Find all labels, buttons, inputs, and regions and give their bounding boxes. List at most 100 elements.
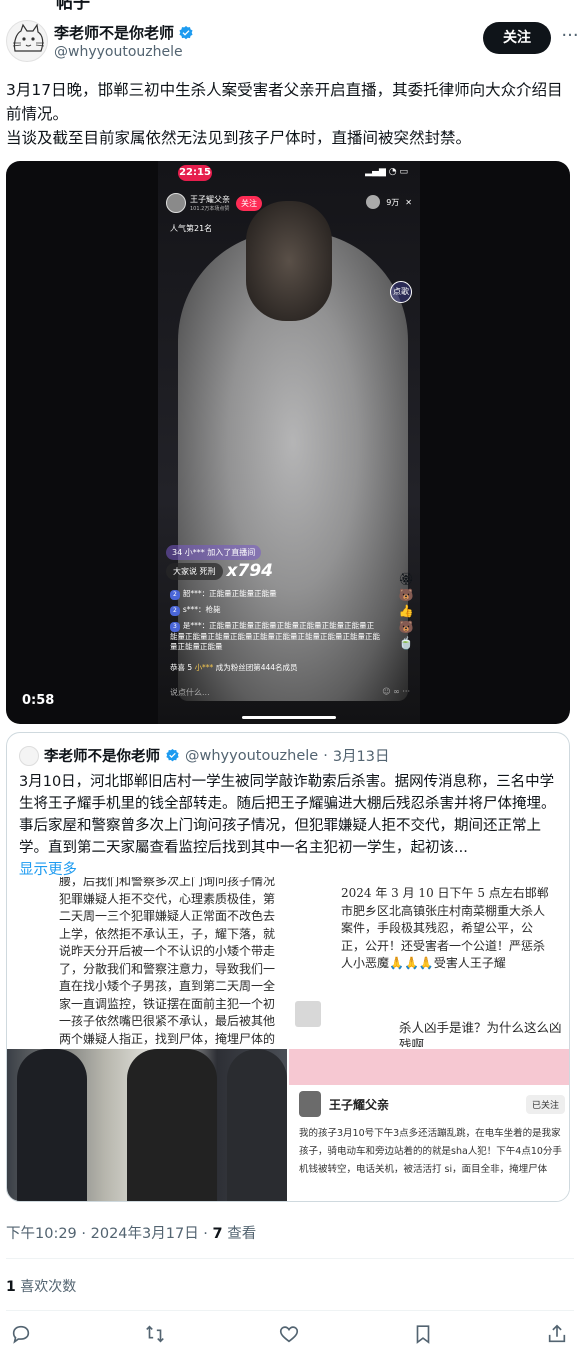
popularity-rank: 人气第21名	[170, 224, 213, 233]
host-name: 王子耀父亲	[190, 194, 230, 204]
quoted-image-4[interactable]: 王子耀父亲 已关注 我的孩子3月10号下午3点多还活蹦乱跳，在电车坐着的是我家孩…	[289, 1049, 569, 1201]
author-row: 李老师不是你老师 @whyyoutouzhele 关注 ···	[6, 18, 580, 66]
chat-text: 正能量正能量正能量正能量正能量正能量正能量正能量正能量正能量正能量正能量正能量正…	[170, 621, 380, 651]
gift-row: 大家说 死刑 x794	[166, 561, 273, 581]
verified-badge-icon	[179, 25, 193, 39]
image-2-question: 杀人凶手是谁？为什么这么凶残啊	[399, 1020, 562, 1047]
image-4-head: 王子耀父亲 已关注	[299, 1091, 565, 1117]
chat-user: 韶***	[182, 589, 202, 598]
image-4-text: 我的孩子3月10号下午3点多还活蹦乱跳，在电车坐着的是我家孩子，骑电动车和旁边站…	[299, 1128, 562, 1175]
gift-from: 大家说	[173, 566, 197, 576]
phone-time: 22:15	[178, 165, 212, 181]
share-icon[interactable]	[546, 1323, 568, 1345]
quoted-image-3[interactable]	[7, 1049, 287, 1201]
bookmark-icon[interactable]	[412, 1323, 434, 1345]
chat-list: 2 韶***：正能量正能量正能量 2 s***：枪毙 3 是***：正能量正能量正能量…	[170, 589, 380, 657]
show-more-link[interactable]: 显示更多	[19, 862, 77, 878]
live-action-icons: ☺ ∞ ···	[382, 687, 410, 696]
figure-silhouette	[227, 1049, 287, 1201]
chat-level: 2	[170, 606, 180, 616]
host-avatar	[166, 193, 186, 213]
quoted-avatar	[19, 745, 39, 766]
fan-club-message: 恭喜 5 小*** 成为粉丝团第444名成员	[170, 662, 298, 673]
video-player[interactable]: 22:15 ▂▄▆ ◔ ▭ 王子耀父亲 101.2万本场点赞 关注 9万 ✕ 人…	[6, 161, 570, 724]
divider	[6, 1258, 574, 1259]
retweet-icon[interactable]	[144, 1323, 166, 1345]
more-options-icon[interactable]: ···	[560, 26, 580, 50]
chat-line: 2 韶***：正能量正能量正能量	[170, 589, 380, 600]
image-1-text: 腰，后我们和警察多次上门询问孩子情况犯罪嫌疑人拒不交代，心理素质极佳，第二天周一…	[59, 877, 276, 1046]
quoted-author-name: 李老师不是你老师	[44, 749, 160, 765]
image-2-avatar	[295, 1001, 321, 1027]
image-4-avatar	[299, 1091, 321, 1117]
quoted-image-2[interactable]: 2024 年 3 月 10 日下午 5 点左右邯郸市肥乡区北高镇张庄村南菜棚重大…	[289, 877, 569, 1047]
quoted-text: 3月10日，河北邯郸旧店村一学生被同学敲诈勒索后杀害。据网传消息称，三名中学生将…	[19, 771, 559, 881]
author-avatar[interactable]	[6, 20, 48, 62]
views-count: 7	[212, 1226, 223, 1242]
quoted-text-body: 3月10日，河北邯郸旧店村一学生被同学敲诈勒索后杀害。据网传消息称，三名中学生将…	[19, 774, 556, 856]
join-message: 34 小*** 加入了直播间	[166, 545, 262, 560]
viewer-row: 9万 ✕	[366, 195, 412, 209]
fan-text: 成为粉丝团第444名成员	[215, 663, 298, 672]
person-head	[246, 201, 332, 321]
verified-badge-icon	[166, 748, 179, 762]
page-header-cut: 帖子	[0, 0, 586, 12]
image-4-card: 王子耀父亲 已关注 我的孩子3月10号下午3点多还活蹦乱跳，在电车坐着的是我家孩…	[299, 1091, 565, 1179]
image-4-name: 王子耀父亲	[329, 1097, 390, 1112]
chat-line: 2 s***：枪毙	[170, 605, 380, 616]
phone-status-icons: ▂▄▆ ◔ ▭	[365, 167, 408, 177]
close-icon: ✕	[405, 197, 412, 207]
chat-text: 枪毙	[205, 605, 221, 614]
livestream-frame: 22:15 ▂▄▆ ◔ ▭ 王子耀父亲 101.2万本场点赞 关注 9万 ✕ 人…	[158, 161, 420, 724]
action-bar	[10, 1323, 574, 1347]
chat-user: 是***	[182, 621, 202, 630]
quoted-dot: ·	[323, 747, 328, 764]
gift-name: 死刑	[199, 566, 216, 576]
divider	[6, 1310, 574, 1311]
gift-pill: 大家说 死刑	[166, 562, 223, 580]
likes-label: 喜欢次数	[20, 1279, 77, 1295]
figure-silhouette	[17, 1049, 87, 1201]
cat-sketch-icon	[12, 23, 45, 52]
host-follow-button: 关注	[236, 195, 262, 211]
host-likes: 101.2万本场点赞	[190, 205, 230, 212]
tweet-text: 3月17日晚，邯郸三初中生杀人案受害者父亲开启直播，其委托律师向大众介绍目前情况…	[6, 78, 576, 150]
song-request-button: 点歌	[390, 281, 412, 303]
views-label: 查看	[227, 1226, 257, 1242]
likes-count: 1	[6, 1279, 16, 1295]
reaction-icons: 🏵 🐻 👍 🐻 🍵	[398, 572, 414, 650]
say-row: 说点什么... ☺ ∞ ···	[170, 687, 410, 698]
like-icon[interactable]	[278, 1323, 300, 1345]
tweet-text-line: 当谈及截至目前家属依然无法见到孩子尸体时，直播间被突然封禁。	[6, 129, 472, 147]
host-row: 王子耀父亲 101.2万本场点赞 关注	[166, 193, 262, 213]
chat-user: s***	[182, 605, 198, 614]
quoted-tweet[interactable]: 李老师不是你老师 @whyyoutouzhele · 3月13日 3月10日，河…	[6, 732, 570, 1202]
say-placeholder: 说点什么...	[170, 688, 210, 697]
gift-count: x794	[226, 561, 273, 581]
home-indicator	[242, 716, 336, 719]
chat-level: 3	[170, 622, 180, 632]
tweet-meta: 下午10:29 · 2024年3月17日 · 7 查看	[6, 1222, 256, 1243]
fan-badge: 5	[187, 663, 193, 672]
viewer-count: 9万	[386, 197, 400, 207]
chat-text: 正能量正能量正能量	[209, 589, 277, 598]
image-2-text: 2024 年 3 月 10 日下午 5 点左右邯郸市肥乡区北高镇张庄村南菜棚重大…	[341, 886, 549, 970]
quoted-author-row: 李老师不是你老师 @whyyoutouzhele · 3月13日	[19, 745, 390, 766]
likes-row[interactable]: 1 喜欢次数	[6, 1276, 76, 1296]
viewer-avatar	[366, 195, 381, 209]
chat-line: 3 是***：正能量正能量正能量正能量正能量正能量正能量正能量正能量正能量正能量正…	[170, 621, 380, 651]
quoted-author-handle: @whyyoutouzhele	[185, 747, 319, 764]
author-handle[interactable]: @whyyoutouzhele	[54, 44, 183, 60]
follow-button[interactable]: 关注	[483, 22, 551, 54]
image-4-follow: 已关注	[525, 1094, 565, 1114]
author-name-row[interactable]: 李老师不是你老师	[54, 22, 194, 43]
quoted-date: 3月13日	[332, 749, 390, 765]
fan-user: 小***	[194, 663, 214, 672]
reply-icon[interactable]	[10, 1323, 32, 1345]
quoted-image-1[interactable]: 腰，后我们和警察多次上门询问孩子情况犯罪嫌疑人拒不交代，心理素质极佳，第二天周一…	[7, 877, 287, 1047]
tweet-text-line: 3月17日晚，邯郸三初中生杀人案受害者父亲开启直播，其委托律师向大众介绍目前情况…	[6, 81, 563, 123]
tweet-time[interactable]: 下午10:29 · 2024年3月17日 ·	[6, 1226, 208, 1242]
fan-prefix: 恭喜	[170, 663, 185, 672]
author-name[interactable]: 李老师不是你老师	[54, 22, 174, 43]
chat-level: 2	[170, 590, 180, 600]
